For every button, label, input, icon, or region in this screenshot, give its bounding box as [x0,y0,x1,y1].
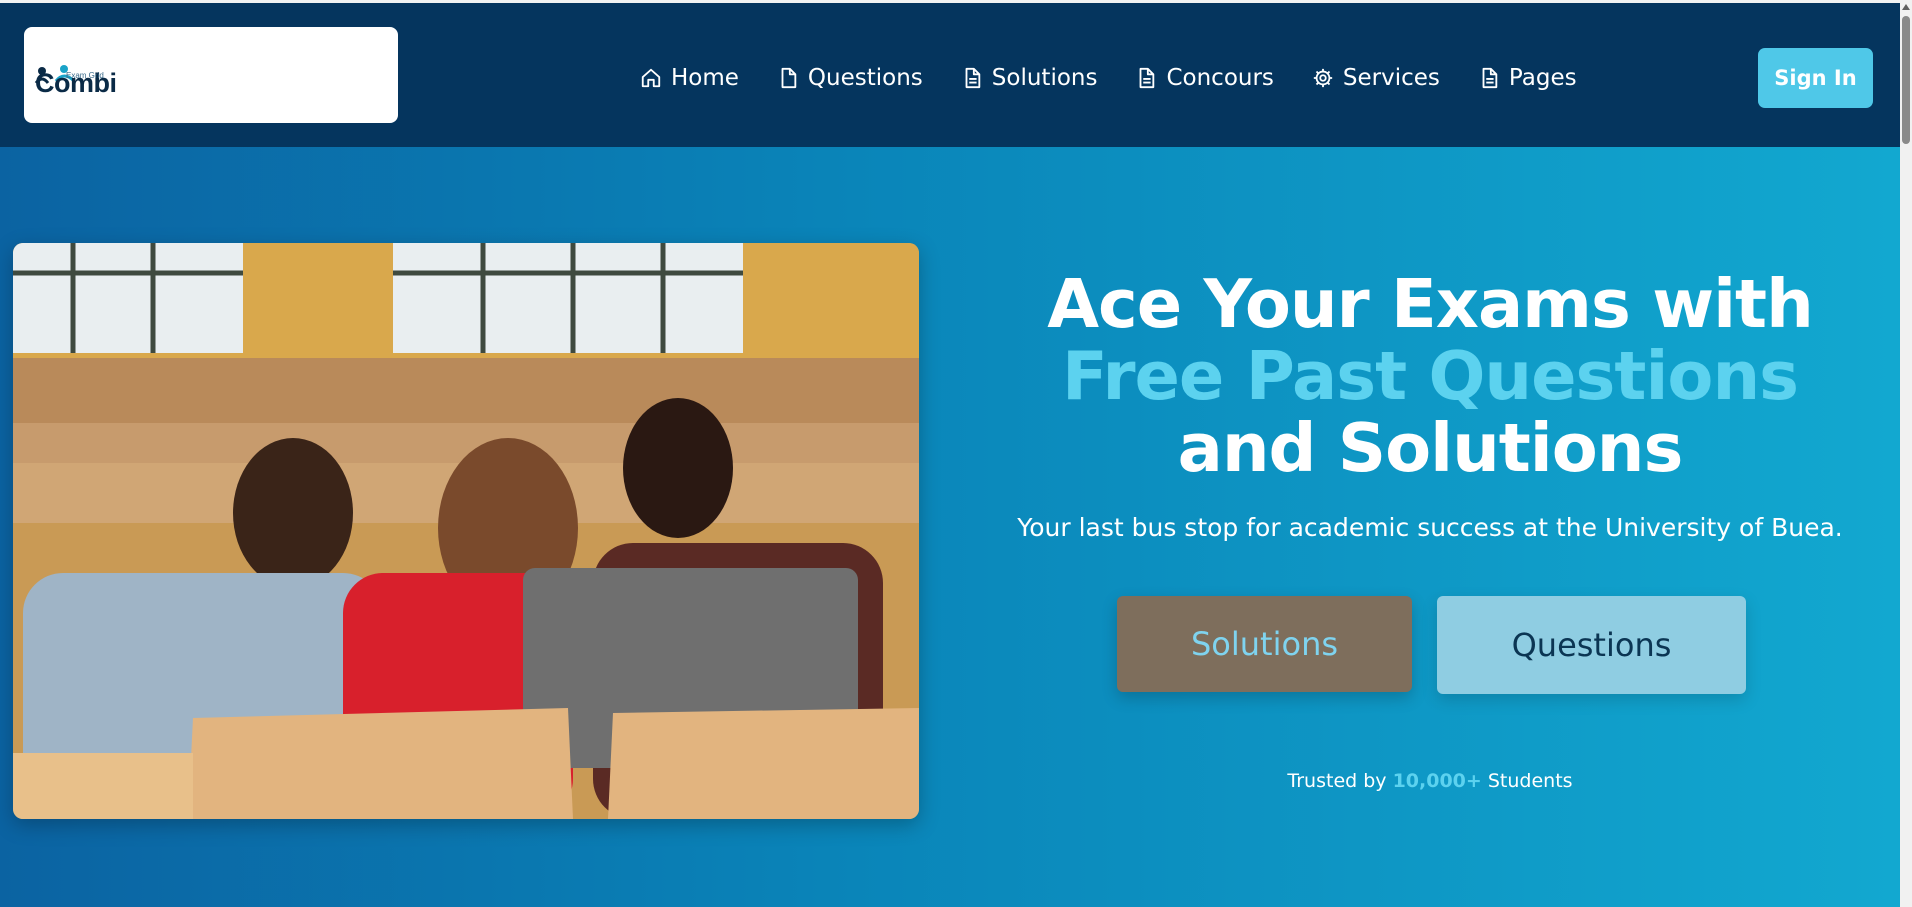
solutions-button[interactable]: Solutions [1117,596,1412,692]
document-icon [781,67,797,89]
document-text-icon [1482,67,1498,89]
scroll-up-icon[interactable] [1902,4,1910,10]
document-text-icon [1140,67,1155,89]
hero-title: Ace Your Exams with Free Past Questions … [990,268,1870,484]
nav-solutions[interactable]: Solutions [961,65,1098,91]
sign-in-button[interactable]: Sign In [1758,48,1873,108]
page: Combi Exam Grid Home Questions Solutions [0,0,1912,907]
hero-title-accent: Free Past Questions [1061,337,1799,415]
trusted-count: 10,000+ [1392,770,1482,792]
students-photo-illustration [13,243,919,819]
nav-pages[interactable]: Pages [1478,65,1577,91]
nav-home-label: Home [671,65,739,91]
nav-concours[interactable]: Concours [1135,65,1274,91]
hero-image [13,243,919,819]
nav-solutions-label: Solutions [991,65,1098,91]
site-header: Combi Exam Grid Home Questions Solutions [0,3,1900,147]
gear-icon [1313,68,1333,88]
nav-services-label: Services [1342,65,1440,91]
document-text-icon [965,67,981,89]
nav-concours-label: Concours [1166,65,1274,91]
nav-services[interactable]: Services [1312,65,1440,91]
trusted-prefix: Trusted by [1287,770,1393,792]
logo-tagline: Exam Grid [66,71,104,80]
trusted-suffix: Students [1481,770,1573,792]
hero-title-part2: and Solutions [1177,409,1684,487]
nav-questions-label: Questions [807,65,923,91]
questions-button[interactable]: Questions [1437,596,1746,694]
main-nav: Home Questions Solutions Concours Servic… [640,61,1615,95]
hero-title-part1: Ace Your Exams with [1047,265,1814,343]
trusted-text: Trusted by 10,000+ Students [990,770,1870,792]
nav-pages-label: Pages [1508,65,1577,91]
nav-home[interactable]: Home [640,65,739,91]
hero-subtitle: Your last bus stop for academic success … [1017,513,1843,542]
nav-questions[interactable]: Questions [777,65,923,91]
scrollbar-thumb[interactable] [1902,16,1910,144]
home-icon [641,68,661,88]
